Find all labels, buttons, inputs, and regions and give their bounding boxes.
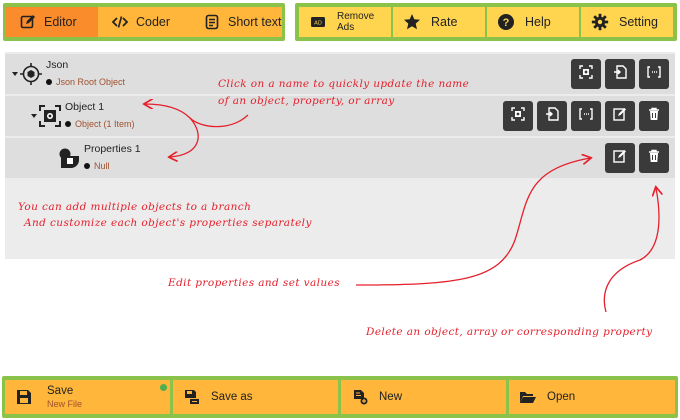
edit-icon [613, 149, 627, 168]
property-1-name[interactable]: Properties 1 [84, 143, 141, 155]
property-1-type: Null [84, 161, 110, 171]
new-file-icon [351, 388, 369, 406]
app-root: Editor Coder Short text AD Remove Ads Ra… [0, 0, 680, 420]
save-icon [15, 388, 33, 406]
remove-ads-line2: Ads [337, 22, 355, 33]
open-label: Open [547, 391, 576, 403]
annotation-rename-line1: Click on a name to quickly update the na… [218, 78, 470, 90]
add-array-icon [579, 107, 593, 126]
property-1-type-label: Null [94, 161, 110, 171]
rate-button[interactable]: Rate [393, 7, 485, 37]
object-1-dot [65, 121, 71, 127]
tab-coder[interactable]: Coder [98, 7, 190, 37]
remove-ads-button[interactable]: AD Remove Ads [299, 7, 391, 37]
root-dot [46, 79, 52, 85]
tab-editor[interactable]: Editor [6, 7, 98, 37]
add-property-icon [545, 106, 559, 126]
save-label: Save [47, 385, 74, 397]
new-label: New [379, 391, 403, 403]
unsaved-indicator [160, 384, 167, 391]
annotation-multi-line2: And customize each object's properties s… [24, 217, 312, 229]
object-1-type-label: Object (1 Item) [75, 119, 135, 129]
collapse-caret[interactable] [31, 114, 37, 118]
property-1-dot [84, 163, 90, 169]
setting-button[interactable]: Setting [581, 7, 673, 37]
save-as-button[interactable]: Save as [173, 380, 338, 414]
setting-label: Setting [619, 15, 658, 29]
annotation-edit: Edit properties and set values [168, 277, 340, 289]
root-type: Json Root Object [46, 77, 125, 87]
help-button[interactable]: ? Help [487, 7, 579, 37]
object-1-name[interactable]: Object 1 [65, 101, 104, 113]
trash-icon [647, 149, 661, 168]
action-bar: AD Remove Ads Rate ? Help Setting [295, 3, 677, 41]
add-property-button[interactable] [537, 101, 567, 131]
add-object-button[interactable] [571, 59, 601, 89]
save-sub: New File [47, 399, 83, 409]
annotation-multi-line1: You can add multiple objects to a branch [18, 201, 252, 213]
tab-coder-label: Coder [136, 15, 171, 29]
help-icon: ? [497, 13, 515, 31]
add-object-icon [511, 106, 525, 126]
document-icon [204, 14, 220, 30]
bottom-bar: Save New File Save as New Open [2, 376, 678, 418]
save-button[interactable]: Save New File [5, 380, 170, 414]
gear-icon [591, 13, 609, 31]
edit-icon [613, 107, 627, 126]
object-1-type: Object (1 Item) [65, 119, 135, 129]
folder-open-icon [519, 388, 537, 406]
rate-label: Rate [431, 15, 458, 29]
trash-icon [647, 107, 661, 126]
save-text: Save New File [47, 385, 82, 409]
help-label: Help [525, 15, 551, 29]
save-as-label: Save as [211, 391, 253, 403]
add-property-icon [613, 64, 627, 84]
new-button[interactable]: New [341, 380, 506, 414]
edit-button[interactable] [605, 143, 635, 173]
top-bar: Editor Coder Short text AD Remove Ads Ra… [0, 0, 680, 44]
tree-row-properties-1: Properties 1 Null [5, 138, 675, 178]
annotation-delete: Delete an object, array or corresponding… [366, 326, 653, 338]
code-icon [112, 14, 128, 30]
tab-editor-label: Editor [44, 15, 77, 29]
star-icon [403, 13, 421, 31]
add-array-button[interactable] [639, 59, 669, 89]
ads-icon: AD [309, 13, 327, 31]
svg-text:AD: AD [314, 21, 322, 27]
edit-icon [20, 14, 36, 30]
svg-text:?: ? [503, 17, 510, 29]
annotation-rename-line2: of an object, property, or array [218, 95, 395, 107]
add-object-button[interactable] [503, 101, 533, 131]
root-name[interactable]: Json [46, 59, 68, 71]
open-button[interactable]: Open [509, 380, 675, 414]
add-array-button[interactable] [571, 101, 601, 131]
collapse-caret[interactable] [12, 72, 18, 76]
delete-button[interactable] [639, 143, 669, 173]
property-icon [58, 147, 80, 169]
remove-ads-label: Remove Ads [337, 11, 374, 33]
tab-short-text-label: Short text [228, 15, 282, 29]
add-object-icon [579, 64, 593, 84]
tab-short-text[interactable]: Short text [190, 7, 282, 37]
add-array-icon [647, 65, 661, 84]
remove-ads-line1: Remove [337, 11, 375, 22]
delete-button[interactable] [639, 101, 669, 131]
root-object-icon [20, 63, 42, 85]
edit-button[interactable] [605, 101, 635, 131]
add-property-button[interactable] [605, 59, 635, 89]
root-type-label: Json Root Object [56, 77, 126, 87]
object-icon [39, 105, 61, 127]
save-as-icon [183, 388, 201, 406]
mode-tabs: Editor Coder Short text [3, 3, 285, 41]
